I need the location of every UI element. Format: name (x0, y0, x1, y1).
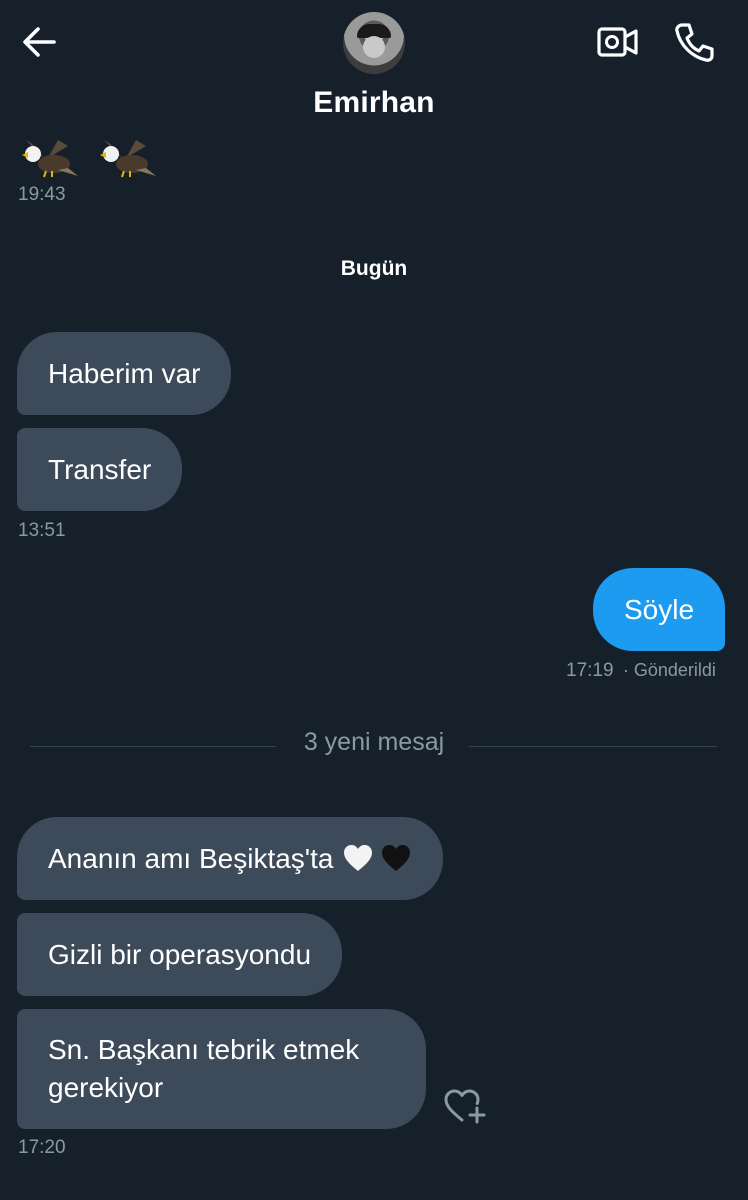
phone-icon (675, 23, 714, 62)
eagle-sticker[interactable] (96, 138, 162, 178)
date-separator: Bugün (340, 257, 408, 280)
message-timestamp: 17:20 (18, 1137, 66, 1158)
outgoing-message-bubble[interactable]: Söyle (593, 568, 726, 651)
back-button[interactable] (18, 22, 62, 62)
incoming-message-bubble[interactable]: Haberim var (17, 332, 232, 415)
incoming-message-bubble[interactable]: Transfer (17, 428, 183, 511)
message-timestamp: 19:43 (18, 184, 66, 205)
avatar[interactable] (343, 12, 405, 74)
message-timestamp: 17:19 (566, 660, 614, 681)
white-heart-emoji (343, 844, 372, 871)
message-text: Ananın amı Beşiktaş'ta (48, 842, 334, 874)
eagle-sticker[interactable] (18, 138, 84, 178)
divider (469, 746, 717, 747)
video-call-icon (597, 27, 638, 57)
message-text: Transfer (48, 453, 152, 485)
message-meta: 17:19 · Gönderildi (566, 660, 716, 682)
video-call-button[interactable] (596, 22, 640, 62)
black-heart-emoji (381, 844, 410, 871)
message-text-line: gerekiyor (48, 1072, 164, 1103)
new-messages-label: 3 yeni mesaj (303, 728, 445, 756)
message-status: · Gönderildi (622, 660, 716, 680)
message-text: Söyle (624, 593, 695, 625)
message-text-line: Sn. Başkanı tebrik etmek (48, 1034, 360, 1065)
contact-name[interactable]: Emirhan (0, 86, 748, 120)
add-reaction-heart-icon (444, 1089, 486, 1124)
message-timestamp: 13:51 (18, 520, 66, 541)
add-reaction-button[interactable] (442, 1086, 488, 1126)
incoming-message-bubble[interactable]: Sn. Başkanı tebrik etmek gerekiyor (17, 1009, 426, 1129)
incoming-message-bubble[interactable]: Gizli bir operasyondu (17, 913, 343, 996)
phone-call-button[interactable] (672, 20, 716, 64)
message-text: Haberim var (48, 357, 201, 389)
incoming-message-bubble[interactable]: Ananın amı Beşiktaş'ta (17, 817, 443, 900)
arrow-left-icon (23, 27, 56, 57)
message-text: Gizli bir operasyondu (48, 938, 312, 970)
